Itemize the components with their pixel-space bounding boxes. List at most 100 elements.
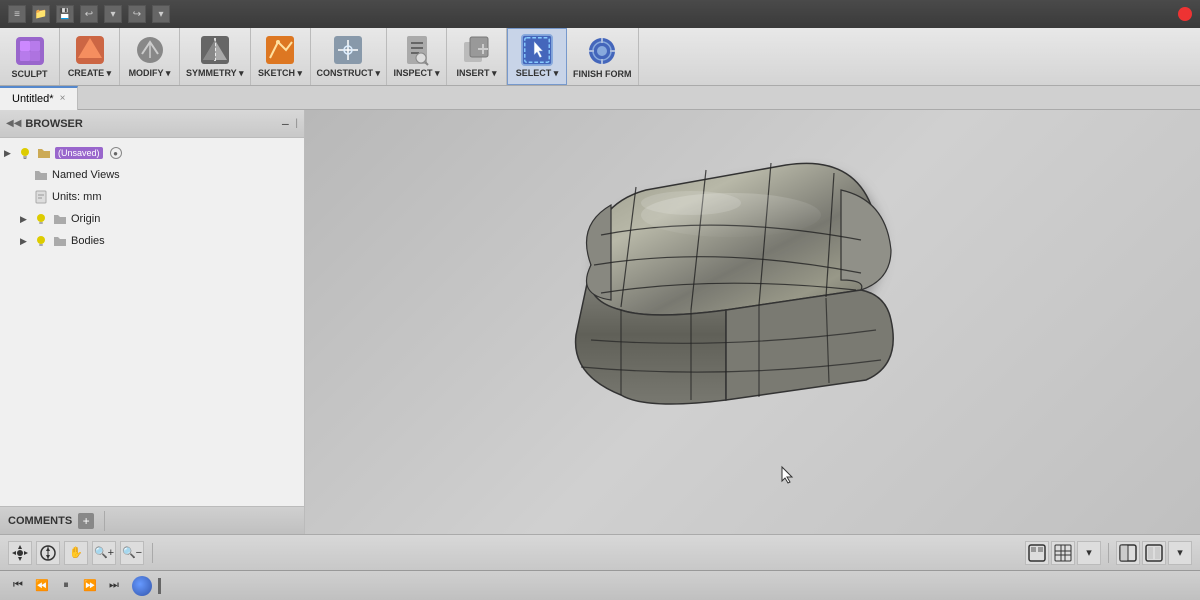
viewport[interactable] bbox=[305, 110, 1200, 534]
bottom-toolbar: ✋ 🔍+ 🔍− ▾ bbox=[0, 534, 1200, 570]
toolbar-finish[interactable]: FINISH FORM bbox=[567, 28, 639, 85]
tree-arrow-bodies: ▶ bbox=[20, 236, 30, 247]
named-views-label: Named Views bbox=[52, 169, 120, 181]
tree-item-units[interactable]: Units: mm bbox=[0, 186, 304, 208]
units-label: Units: mm bbox=[52, 191, 102, 203]
tab-untitled[interactable]: Untitled* × bbox=[0, 86, 78, 110]
tabbar: Untitled* × bbox=[0, 86, 1200, 110]
pin-icon[interactable]: ● bbox=[110, 147, 122, 159]
sculpt-icon bbox=[14, 35, 46, 67]
finish-icon bbox=[586, 35, 618, 67]
undo-dropdown-icon[interactable]: ▾ bbox=[104, 5, 122, 23]
finish-label: FINISH FORM bbox=[573, 69, 632, 79]
skip-forward-button[interactable]: ⏭ bbox=[104, 576, 124, 596]
tab-title: Untitled* bbox=[12, 93, 54, 105]
toolbar-inspect[interactable]: INSPECT ▾ bbox=[387, 28, 447, 85]
globe-icon[interactable] bbox=[132, 576, 152, 596]
tree-item-bodies[interactable]: ▶ Bodies bbox=[0, 230, 304, 252]
browser-tree: ▶ (Unsaved) ● bbox=[0, 138, 304, 506]
titlebar: ≡ 📁 💾 ↩ ▾ ↪ ▾ bbox=[0, 0, 1200, 28]
redo-dropdown-icon[interactable]: ▾ bbox=[152, 5, 170, 23]
toolbar-modify[interactable]: MODIFY ▾ bbox=[120, 28, 180, 85]
create-icon bbox=[74, 34, 106, 66]
save-icon[interactable]: 💾 bbox=[56, 5, 74, 23]
construct-label: CONSTRUCT ▾ bbox=[317, 68, 381, 79]
open-icon[interactable]: 📁 bbox=[32, 5, 50, 23]
toolbar: SCULPT CREATE ▾ MODIFY ▾ bbox=[0, 28, 1200, 86]
panel-button-1[interactable] bbox=[1116, 541, 1140, 565]
origin-label: Origin bbox=[71, 213, 100, 225]
grid-select-button[interactable] bbox=[36, 541, 60, 565]
toolbar-symmetry[interactable]: SYMMETRY ▾ bbox=[180, 28, 251, 85]
redo-icon[interactable]: ↪ bbox=[128, 5, 146, 23]
browser-expand-icon[interactable]: | bbox=[295, 118, 298, 129]
skip-back-button[interactable]: ⏮ bbox=[8, 576, 28, 596]
toolbar-select[interactable]: SELECT ▾ bbox=[507, 28, 567, 85]
modify-icon bbox=[134, 34, 166, 66]
folder-icon-bodies bbox=[52, 233, 68, 249]
doc-icon-units bbox=[33, 189, 49, 205]
bottom-toolbar-sep2 bbox=[1108, 543, 1109, 563]
browser-collapse-arrow[interactable]: ◀◀ bbox=[6, 118, 21, 129]
display-mode-button[interactable] bbox=[1025, 541, 1049, 565]
grid-button[interactable] bbox=[1051, 541, 1075, 565]
symmetry-label: SYMMETRY ▾ bbox=[186, 68, 244, 79]
titlebar-left: ≡ 📁 💾 ↩ ▾ ↪ ▾ bbox=[8, 5, 170, 23]
inspect-icon bbox=[401, 34, 433, 66]
zoom-in-button[interactable]: 🔍+ bbox=[92, 541, 116, 565]
select-label: SELECT ▾ bbox=[516, 68, 559, 79]
bottom-toolbar-right: ▾ ▾ bbox=[1025, 541, 1192, 565]
insert-label: INSERT ▾ bbox=[457, 68, 497, 79]
undo-icon[interactable]: ↩ bbox=[80, 5, 98, 23]
3d-model bbox=[531, 135, 901, 475]
panel-button-2[interactable] bbox=[1142, 541, 1166, 565]
bulb-icon-bodies bbox=[33, 233, 49, 249]
step-back-button[interactable]: ⏪ bbox=[32, 576, 52, 596]
view-options-group: ▾ bbox=[1025, 541, 1101, 565]
toolbar-create[interactable]: CREATE ▾ bbox=[60, 28, 120, 85]
panel-options-group: ▾ bbox=[1116, 541, 1192, 565]
root-label: (Unsaved) bbox=[55, 147, 103, 159]
pan-button[interactable]: ✋ bbox=[64, 541, 88, 565]
comments-add-button[interactable]: + bbox=[78, 513, 94, 529]
bodies-label: Bodies bbox=[71, 235, 105, 247]
tree-item-root[interactable]: ▶ (Unsaved) ● bbox=[0, 142, 304, 164]
tree-item-named-views[interactable]: Named Views bbox=[0, 164, 304, 186]
folder-icon-root bbox=[36, 145, 52, 161]
browser-header: ◀◀ BROWSER − | bbox=[0, 110, 304, 138]
tree-item-origin[interactable]: ▶ Origin bbox=[0, 208, 304, 230]
zoom-out-button[interactable]: 🔍− bbox=[120, 541, 144, 565]
modify-label: MODIFY ▾ bbox=[129, 68, 171, 79]
display-dropdown-button[interactable]: ▾ bbox=[1077, 541, 1101, 565]
construct-icon bbox=[332, 34, 364, 66]
panel-dropdown-button[interactable]: ▾ bbox=[1168, 541, 1192, 565]
sidebar: ◀◀ BROWSER − | ▶ bbox=[0, 110, 305, 534]
toolbar-sculpt[interactable]: SCULPT bbox=[0, 28, 60, 85]
sculpt-label: SCULPT bbox=[12, 69, 48, 79]
playbar: ⏮ ⏪ ⏸ ⏩ ⏭ bbox=[0, 570, 1200, 600]
select-icon bbox=[521, 34, 553, 66]
comments-label: COMMENTS bbox=[8, 515, 72, 527]
bottom-toolbar-sep1 bbox=[152, 543, 153, 563]
bulb-icon-root bbox=[17, 145, 33, 161]
tree-arrow-root: ▶ bbox=[4, 148, 14, 159]
timeline-marker bbox=[158, 578, 161, 594]
sketch-icon bbox=[264, 34, 296, 66]
tree-arrow-origin: ▶ bbox=[20, 214, 30, 225]
browser-collapse-button[interactable]: − bbox=[281, 116, 289, 132]
main-content: ◀◀ BROWSER − | ▶ bbox=[0, 110, 1200, 534]
menu-icon[interactable]: ≡ bbox=[8, 5, 26, 23]
comments-bar: COMMENTS + bbox=[0, 506, 304, 534]
move-tool-button[interactable] bbox=[8, 541, 32, 565]
tab-close-button[interactable]: × bbox=[60, 93, 66, 104]
step-forward-button[interactable]: ⏩ bbox=[80, 576, 100, 596]
inspect-label: INSPECT ▾ bbox=[394, 68, 440, 79]
bulb-icon-origin bbox=[33, 211, 49, 227]
browser-title: BROWSER bbox=[25, 118, 277, 130]
toolbar-insert[interactable]: INSERT ▾ bbox=[447, 28, 507, 85]
pause-button[interactable]: ⏸ bbox=[56, 576, 76, 596]
toolbar-sketch[interactable]: SKETCH ▾ bbox=[251, 28, 311, 85]
toolbar-construct[interactable]: CONSTRUCT ▾ bbox=[311, 28, 388, 85]
create-label: CREATE ▾ bbox=[68, 68, 111, 79]
recording-indicator bbox=[1178, 7, 1192, 21]
